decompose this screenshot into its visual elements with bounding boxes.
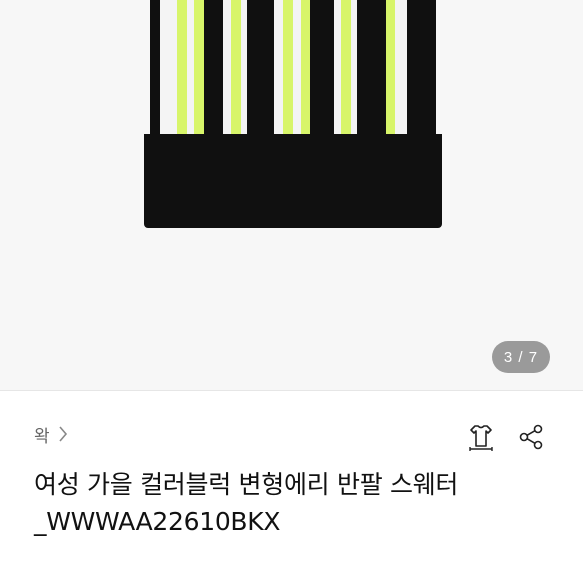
product-image-gallery[interactable]: 3 / 7	[0, 0, 583, 390]
image-counter-badge: 3 / 7	[492, 341, 550, 373]
product-image[interactable]	[144, 0, 442, 228]
shirt-size-icon[interactable]	[464, 420, 498, 454]
product-title: 여성 가을 컬러블럭 변형에리 반팔 스웨터 _WWWAA22610BKX	[34, 470, 459, 536]
sweater-stripes	[150, 0, 436, 140]
sweater-hem	[144, 134, 442, 228]
divider	[0, 390, 583, 391]
share-icon[interactable]	[514, 420, 548, 454]
shop-name: 왁	[34, 426, 50, 447]
chevron-right-icon	[58, 426, 68, 442]
shop-link[interactable]: 왁	[34, 421, 68, 447]
